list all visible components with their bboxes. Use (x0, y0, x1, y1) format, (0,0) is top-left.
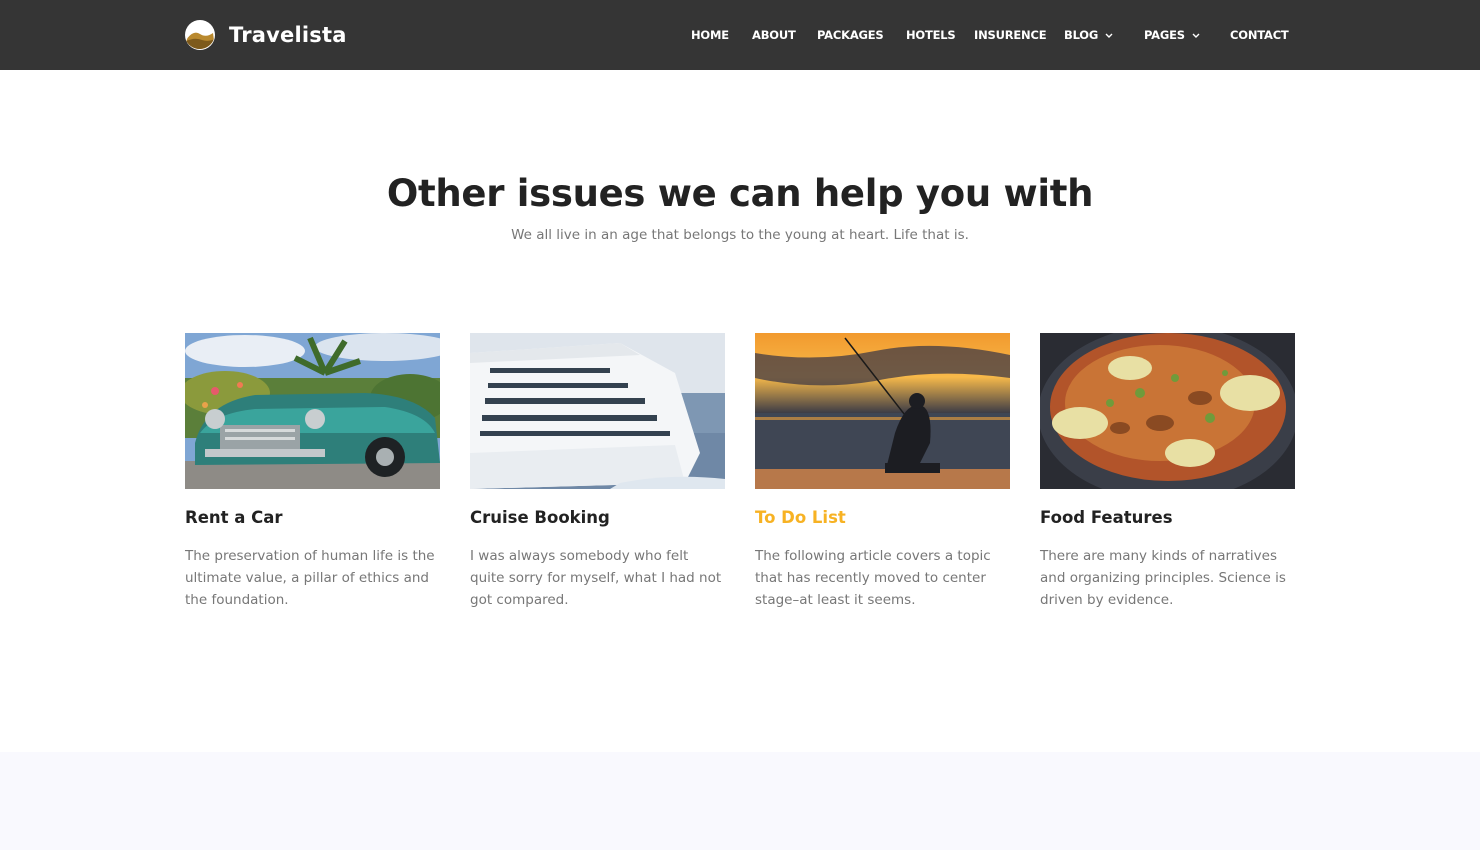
nav-pages-label: PAGES (1144, 28, 1185, 42)
footer-band (0, 752, 1480, 850)
card-text: The following article covers a topic tha… (755, 548, 991, 608)
nav-blog-label: BLOG (1064, 28, 1099, 42)
service-card-food-features: Food Features There are many kinds of na… (1040, 333, 1295, 611)
top-navbar: Travelista HOME ABOUT PACKAGES HOTELS IN… (0, 0, 1480, 70)
sunset-hill-logo-icon (185, 20, 215, 50)
card-text: I was always somebody who felt quite sor… (470, 548, 722, 608)
service-card-to-do-list: To Do List The following article covers … (755, 333, 1010, 611)
noodle-dish-photo[interactable] (1040, 333, 1295, 489)
card-title[interactable]: To Do List (755, 508, 1010, 527)
service-card-rent-a-car: Rent a Car The preservation of human lif… (185, 333, 440, 611)
brand-name: Travelista (229, 23, 347, 47)
card-title[interactable]: Rent a Car (185, 508, 440, 527)
brand-logo[interactable]: Travelista (185, 19, 347, 51)
card-title[interactable]: Food Features (1040, 508, 1295, 527)
service-card-cruise-booking: Cruise Booking I was always somebody who… (470, 333, 725, 611)
cruise-ship-photo[interactable] (470, 333, 725, 489)
chevron-down-icon (1105, 33, 1113, 38)
chevron-down-icon (1192, 33, 1200, 38)
nav-contact[interactable]: CONTACT (1230, 27, 1289, 43)
nav-packages[interactable]: PACKAGES (817, 27, 884, 43)
vintage-car-photo[interactable] (185, 333, 440, 489)
nav-home[interactable]: HOME (691, 27, 729, 43)
nav-pages[interactable]: PAGES (1144, 27, 1200, 43)
nav-blog[interactable]: BLOG (1064, 27, 1113, 43)
card-text: There are many kinds of narratives and o… (1040, 548, 1286, 608)
nav-about[interactable]: ABOUT (752, 27, 796, 43)
card-text: The preservation of human life is the ul… (185, 548, 435, 608)
section-subtitle: We all live in an age that belongs to th… (511, 227, 969, 243)
card-title[interactable]: Cruise Booking (470, 508, 725, 527)
nav-insurence[interactable]: INSURENCE (974, 27, 1047, 43)
section-title: Other issues we can help you with (386, 172, 1094, 215)
sunset-fishing-photo[interactable] (755, 333, 1010, 489)
nav-hotels[interactable]: HOTELS (906, 27, 956, 43)
